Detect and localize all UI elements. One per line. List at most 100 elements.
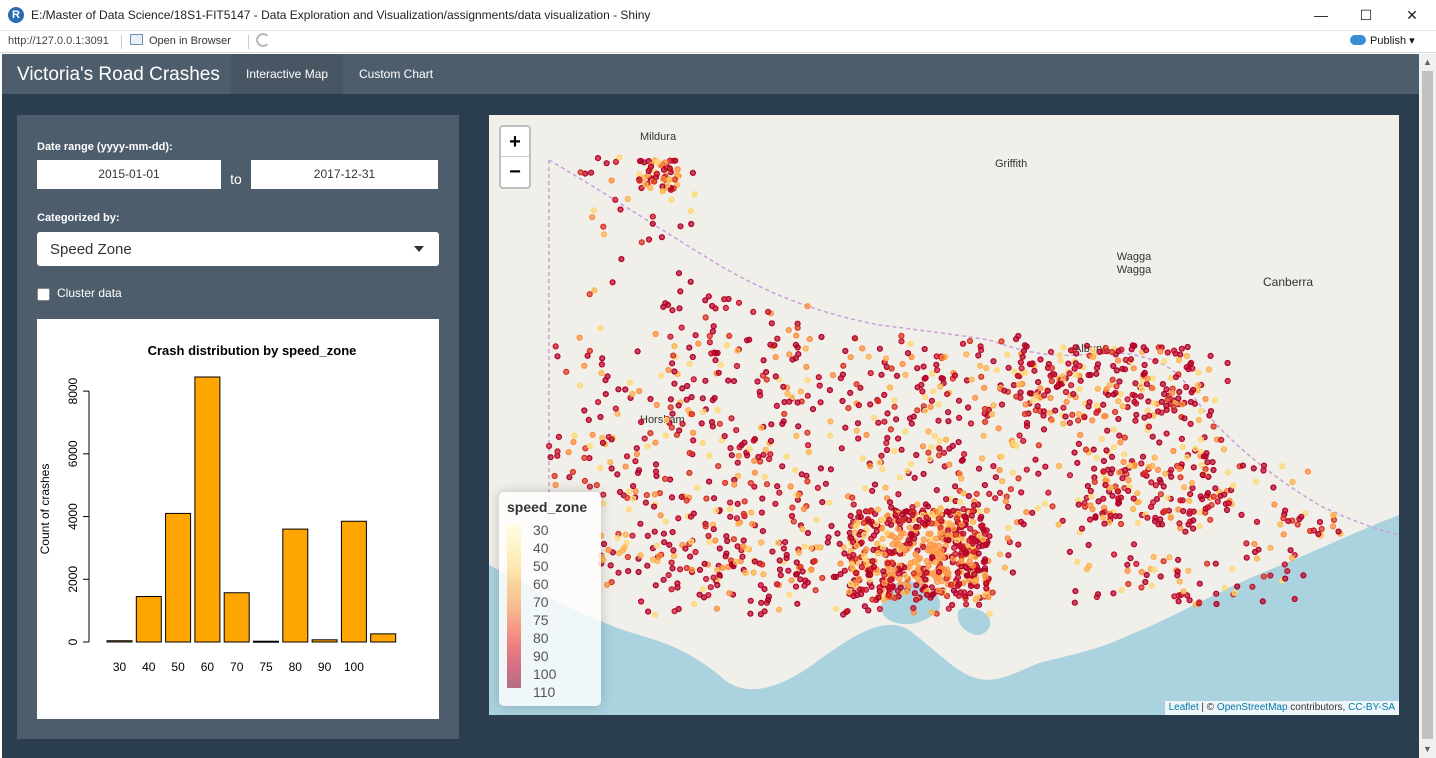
crash-marker[interactable] xyxy=(1017,518,1025,525)
crash-marker[interactable] xyxy=(1005,524,1012,531)
crash-marker[interactable] xyxy=(1160,358,1168,365)
crash-marker[interactable] xyxy=(659,188,666,195)
crash-marker[interactable] xyxy=(792,466,799,474)
crash-marker[interactable] xyxy=(701,560,708,567)
crash-marker[interactable] xyxy=(1196,580,1203,587)
crash-marker[interactable] xyxy=(1116,469,1123,476)
crash-marker[interactable] xyxy=(1084,482,1092,490)
crash-marker[interactable] xyxy=(1103,447,1110,454)
crash-marker[interactable] xyxy=(1031,367,1038,374)
crash-marker[interactable] xyxy=(545,442,553,450)
crash-marker[interactable] xyxy=(734,459,741,466)
crash-marker[interactable] xyxy=(1090,446,1097,453)
crash-marker[interactable] xyxy=(882,484,889,491)
crash-marker[interactable] xyxy=(867,370,874,377)
crash-marker[interactable] xyxy=(759,528,766,535)
crash-marker[interactable] xyxy=(599,355,606,362)
crash-marker[interactable] xyxy=(605,546,612,553)
refresh-icon[interactable] xyxy=(256,33,270,47)
crash-marker[interactable] xyxy=(1087,487,1094,495)
crash-marker[interactable] xyxy=(1070,391,1077,398)
crash-marker[interactable] xyxy=(1167,514,1174,521)
crash-marker[interactable] xyxy=(735,520,742,527)
crash-marker[interactable] xyxy=(688,411,696,418)
crash-marker[interactable] xyxy=(1093,402,1100,409)
crash-marker[interactable] xyxy=(936,542,943,549)
crash-marker[interactable] xyxy=(963,351,970,358)
crash-marker[interactable] xyxy=(1253,555,1261,562)
crash-marker[interactable] xyxy=(1048,365,1056,372)
crash-marker[interactable] xyxy=(937,505,944,512)
crash-marker[interactable] xyxy=(803,472,810,479)
crash-marker[interactable] xyxy=(978,373,985,380)
crash-marker[interactable] xyxy=(999,478,1006,485)
crash-marker[interactable] xyxy=(733,515,740,522)
crash-marker[interactable] xyxy=(981,405,988,413)
crash-marker[interactable] xyxy=(652,468,660,475)
crash-marker[interactable] xyxy=(1005,364,1012,371)
crash-marker[interactable] xyxy=(992,495,999,502)
crash-marker[interactable] xyxy=(727,499,734,506)
crash-marker[interactable] xyxy=(801,582,808,589)
crash-marker[interactable] xyxy=(883,446,891,454)
crash-marker[interactable] xyxy=(1044,387,1051,394)
crash-marker[interactable] xyxy=(802,345,809,352)
crash-marker[interactable] xyxy=(1176,465,1183,473)
crash-marker[interactable] xyxy=(569,468,577,476)
crash-marker[interactable] xyxy=(759,495,766,502)
crash-marker[interactable] xyxy=(662,432,669,439)
crash-marker[interactable] xyxy=(885,592,892,599)
crash-marker[interactable] xyxy=(847,580,854,587)
crash-marker[interactable] xyxy=(827,418,834,425)
crash-marker[interactable] xyxy=(958,557,965,565)
crash-marker[interactable] xyxy=(884,560,891,567)
crash-marker[interactable] xyxy=(950,525,957,532)
crash-marker[interactable] xyxy=(1243,540,1250,547)
crash-marker[interactable] xyxy=(1118,346,1125,353)
crash-marker[interactable] xyxy=(665,366,672,374)
crash-marker[interactable] xyxy=(622,386,629,393)
crash-marker[interactable] xyxy=(929,591,937,598)
crash-marker[interactable] xyxy=(1083,342,1091,349)
crash-marker[interactable] xyxy=(1046,409,1054,416)
crash-marker[interactable] xyxy=(1209,459,1216,466)
crash-marker[interactable] xyxy=(645,236,653,243)
publish-button[interactable]: Publish ▾ xyxy=(1350,34,1415,47)
crash-marker[interactable] xyxy=(656,552,663,559)
crash-marker[interactable] xyxy=(853,523,860,530)
crash-marker[interactable] xyxy=(723,533,730,540)
crash-marker[interactable] xyxy=(1029,360,1036,367)
crash-marker[interactable] xyxy=(1032,456,1039,463)
crash-marker[interactable] xyxy=(695,340,702,347)
crash-marker[interactable] xyxy=(698,420,705,427)
crash-marker[interactable] xyxy=(1093,370,1100,377)
osm-link[interactable]: OpenStreetMap xyxy=(1217,702,1288,713)
crash-marker[interactable] xyxy=(570,438,577,446)
open-in-browser-button[interactable]: Open in Browser xyxy=(130,34,231,47)
crash-marker[interactable] xyxy=(904,350,912,357)
crash-marker[interactable] xyxy=(1019,353,1026,360)
crash-marker[interactable] xyxy=(1175,592,1182,599)
crash-marker[interactable] xyxy=(1149,385,1156,392)
crash-marker[interactable] xyxy=(790,518,797,525)
crash-marker[interactable] xyxy=(895,491,902,498)
crash-marker[interactable] xyxy=(951,544,958,551)
crash-marker[interactable] xyxy=(899,511,906,518)
crash-marker[interactable] xyxy=(1213,600,1220,608)
crash-marker[interactable] xyxy=(856,509,863,516)
crash-marker[interactable] xyxy=(1204,459,1211,466)
crash-marker[interactable] xyxy=(905,583,912,590)
crash-marker[interactable] xyxy=(1022,369,1029,376)
crash-marker[interactable] xyxy=(552,481,559,489)
crash-marker[interactable] xyxy=(686,360,693,367)
crash-marker[interactable] xyxy=(734,543,741,550)
crash-marker[interactable] xyxy=(658,234,665,241)
crash-marker[interactable] xyxy=(913,451,920,459)
crash-marker[interactable] xyxy=(742,569,749,576)
crash-marker[interactable] xyxy=(775,606,783,613)
crash-marker[interactable] xyxy=(1157,573,1164,580)
crash-marker[interactable] xyxy=(608,465,615,472)
crash-marker[interactable] xyxy=(784,390,791,397)
crash-marker[interactable] xyxy=(670,547,677,554)
crash-marker[interactable] xyxy=(652,611,659,618)
